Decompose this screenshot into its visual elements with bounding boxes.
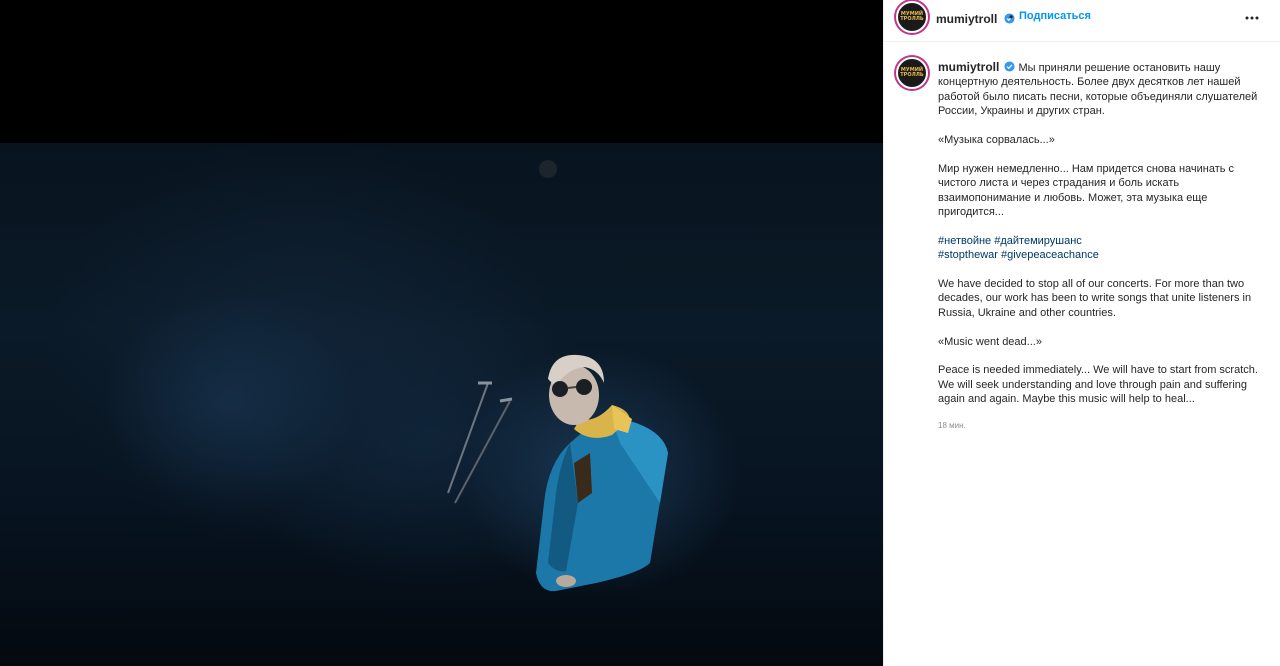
avatar-logo-text: МУМИЙ ТРОЛЛЬ [900, 11, 924, 22]
caption-avatar-logo-text: МУМИЙ ТРОЛЛЬ [900, 67, 924, 78]
post-timestamp[interactable]: 18 мин. [938, 419, 1268, 433]
caption-text: mumiytroll Мы приняли решение остановить… [938, 60, 1268, 433]
caption-hashtags: #нетвойне #дайтемирушанс #stopthewar #gi… [938, 234, 1268, 263]
follow-button[interactable]: Подписаться [1019, 10, 1091, 22]
photo-illustration [447, 160, 668, 592]
post-side-panel: МУМИЙ ТРОЛЛЬ mumiytroll • Подписаться МУ… [883, 0, 1280, 666]
verified-badge-icon [1004, 61, 1015, 72]
caption-author-username[interactable]: mumiytroll [938, 60, 999, 74]
caption-author-avatar[interactable]: МУМИЙ ТРОЛЛЬ [896, 57, 928, 89]
caption-paragraph-ru-3: Мир нужен немедленно... Нам придется сно… [938, 162, 1235, 219]
caption-paragraph-ru-1: mumiytroll Мы приняли решение остановить… [938, 60, 1268, 119]
caption-paragraph-en-1: We have decided to stop all of our conce… [938, 278, 1252, 319]
media-letterbox [0, 0, 883, 143]
author-avatar[interactable]: МУМИЙ ТРОЛЛЬ [896, 1, 928, 33]
caption-paragraph-en-2: «Music went dead...» [938, 335, 1042, 348]
more-options-icon[interactable] [1243, 9, 1261, 27]
author-username-label[interactable]: mumiytroll [936, 12, 997, 26]
separator-dot: • [1009, 10, 1014, 24]
caption-paragraph-ru-2: «Музыка сорвалась...» [938, 134, 1055, 147]
hashtag-link[interactable]: #нетвойне [938, 235, 991, 247]
hashtag-link[interactable]: #stopthewar [938, 249, 998, 261]
post-media[interactable] [0, 0, 883, 666]
hashtag-link[interactable]: #дайтемирушанс [994, 235, 1082, 247]
post-header: МУМИЙ ТРОЛЛЬ mumiytroll • Подписаться [884, 0, 1280, 42]
author-username-header[interactable]: mumiytroll [936, 10, 1015, 28]
hashtag-link[interactable]: #givepeaceachance [1001, 249, 1099, 261]
caption-paragraph-en-3: Peace is needed immediately... We will h… [938, 364, 1258, 406]
post-photo[interactable] [0, 143, 883, 666]
